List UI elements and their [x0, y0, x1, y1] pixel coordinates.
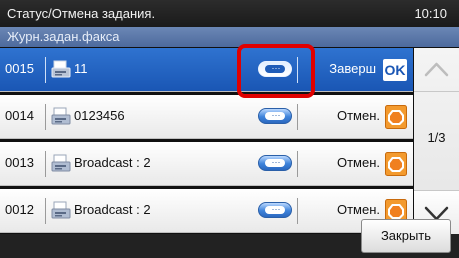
more-icon: ···: [271, 110, 281, 120]
job-destination: Broadcast : 2: [74, 202, 151, 217]
divider: [297, 104, 298, 130]
job-number: 0013: [5, 155, 34, 170]
scroll-up-button[interactable]: [414, 48, 459, 92]
job-row[interactable]: 0012 Broadcast : 2 ··· Отмен.: [0, 189, 413, 233]
stop-icon: [385, 105, 407, 129]
divider: [297, 198, 298, 224]
scroll-panel: 1/3: [414, 48, 459, 234]
fax-icon: [51, 60, 71, 78]
job-row[interactable]: 0013 Broadcast : 2 ··· Отмен.: [0, 142, 413, 186]
more-icon: ···: [271, 63, 281, 73]
job-destination: Broadcast : 2: [74, 155, 151, 170]
job-status: Отмен.: [336, 155, 380, 170]
divider: [45, 151, 46, 177]
job-status: Отмен.: [336, 108, 380, 123]
job-destination: 11: [74, 61, 88, 76]
job-number: 0015: [5, 61, 34, 76]
log-title-bar: Журн.задан.факса: [0, 27, 459, 47]
detail-button[interactable]: ···: [258, 108, 292, 124]
divider: [297, 151, 298, 177]
job-row[interactable]: 0014 0123456 ··· Отмен.: [0, 95, 413, 139]
divider: [45, 104, 46, 130]
more-icon: ···: [271, 204, 281, 214]
detail-button[interactable]: ···: [258, 202, 292, 218]
fax-icon: [51, 201, 71, 219]
divider: [297, 57, 298, 83]
detail-button[interactable]: ···: [258, 61, 292, 77]
chevron-up-icon: [424, 62, 449, 77]
stop-icon: [385, 152, 407, 176]
ok-icon: OK: [383, 59, 407, 81]
job-destination: 0123456: [74, 108, 125, 123]
top-bar: Статус/Отмена задания. 10:10: [0, 0, 459, 27]
job-status: Заверш: [329, 61, 376, 76]
page-indicator: 1/3: [427, 130, 446, 145]
job-number: 0014: [5, 108, 34, 123]
clock: 10:10: [414, 6, 447, 21]
job-status: Отмен.: [336, 202, 380, 217]
log-title: Журн.задан.факса: [7, 29, 120, 44]
divider: [45, 198, 46, 224]
divider: [45, 57, 46, 83]
fax-icon: [51, 107, 71, 125]
job-list: 0015 11 ··· Заверш OK 0014 0123456 ··· О…: [0, 48, 413, 234]
screen-title: Статус/Отмена задания.: [7, 6, 156, 21]
close-button[interactable]: Закрыть: [361, 219, 451, 253]
job-row[interactable]: 0015 11 ··· Заверш OK: [0, 48, 413, 92]
more-icon: ···: [271, 157, 281, 167]
fax-icon: [51, 154, 71, 172]
job-status-screen: Статус/Отмена задания. 10:10 Журн.задан.…: [0, 0, 459, 258]
detail-button[interactable]: ···: [258, 155, 292, 171]
job-number: 0012: [5, 202, 34, 217]
